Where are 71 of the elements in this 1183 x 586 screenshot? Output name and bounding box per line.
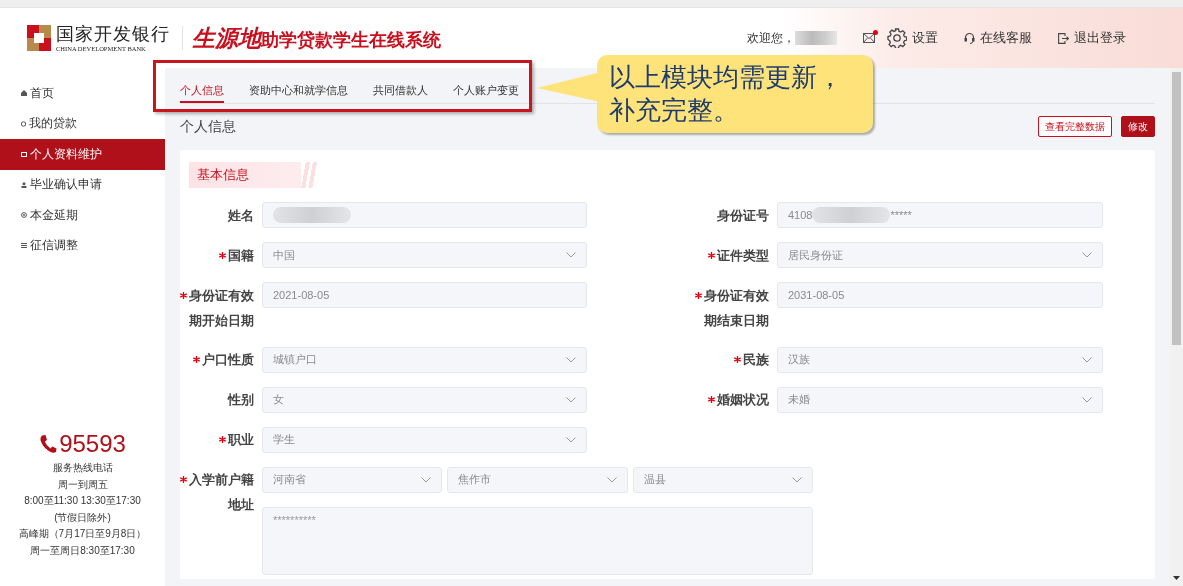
hotline-number: 95593 bbox=[59, 431, 126, 457]
tab[interactable]: 资助中心和就学信息 bbox=[249, 68, 348, 103]
field-label: 婚姻状况 bbox=[693, 386, 769, 412]
input-field[interactable] bbox=[262, 202, 587, 228]
field-label: 职业 bbox=[178, 426, 254, 452]
select-field[interactable]: 汉族 bbox=[777, 346, 1103, 373]
address-field[interactable]: ********** bbox=[262, 506, 813, 575]
tab[interactable]: 共同借款人 bbox=[373, 68, 428, 103]
chevron-down-icon bbox=[1082, 356, 1092, 363]
select-field[interactable]: 女 bbox=[262, 386, 587, 413]
clock-icon bbox=[21, 212, 27, 219]
coin-icon bbox=[21, 120, 26, 127]
chevron-down-icon bbox=[566, 436, 576, 443]
chevron-down-icon bbox=[566, 356, 576, 363]
field-label: 户口性质 bbox=[178, 346, 254, 372]
input-field[interactable]: 4108 ***** bbox=[777, 202, 1103, 228]
select-field[interactable]: 焦作市 bbox=[447, 466, 628, 493]
scroll-down-icon bbox=[1173, 576, 1180, 580]
hotline-text: 周一到周五 bbox=[57, 477, 108, 492]
select-field[interactable]: 城镇户口 bbox=[262, 346, 587, 373]
tab[interactable]: 个人账户变更 bbox=[453, 68, 519, 103]
field-label: 身份证号 bbox=[716, 206, 769, 225]
chevron-down-icon bbox=[566, 252, 576, 258]
scrollbar-thumb[interactable] bbox=[1172, 72, 1181, 345]
input-field[interactable]: 2021-08-05 bbox=[262, 282, 587, 308]
input-field[interactable]: 2031-08-05 bbox=[777, 282, 1103, 308]
field-label: 性别 bbox=[226, 391, 254, 409]
field-label: 入学前户籍地址 bbox=[178, 466, 254, 517]
field-label: 身份证有效期结束日期 bbox=[693, 282, 769, 333]
sidebar-item[interactable]: 个人资料维护 bbox=[0, 139, 165, 170]
hotline-text: 高峰期（7月17日至9月8日） bbox=[18, 527, 147, 541]
field-label: 民族 bbox=[693, 346, 769, 372]
select-field[interactable]: 中国 bbox=[262, 242, 587, 268]
select-field[interactable]: 温县 bbox=[632, 466, 813, 493]
logo-icon bbox=[27, 25, 51, 51]
house-icon bbox=[21, 90, 27, 97]
phone-icon bbox=[39, 434, 58, 454]
chevron-down-icon bbox=[421, 476, 432, 483]
select-field[interactable]: 居民身份证 bbox=[777, 242, 1103, 268]
hotline-text: 8:00至11:30 13:30至17:30 bbox=[24, 494, 141, 508]
chevron-down-icon bbox=[1082, 396, 1092, 403]
chevron-down-icon bbox=[566, 396, 576, 403]
select-field[interactable]: 未婚 bbox=[777, 386, 1103, 413]
select-field[interactable]: 河南省 bbox=[262, 466, 443, 493]
tab[interactable]: 个人信息 bbox=[180, 68, 224, 103]
hotline-text: 周一至周日8:30至17:30 bbox=[30, 543, 135, 558]
callout: 以上模块均需更新， 补充完整。 bbox=[597, 55, 873, 133]
field-label: 国籍 bbox=[178, 242, 254, 268]
chevron-down-icon bbox=[606, 476, 617, 483]
field-label: 姓名 bbox=[227, 206, 254, 225]
select-field[interactable]: 学生 bbox=[262, 426, 587, 453]
scrollbar[interactable] bbox=[1170, 68, 1183, 586]
edit-button[interactable]: 修改 bbox=[1121, 116, 1155, 137]
settings-link[interactable]: 设置 bbox=[887, 28, 938, 48]
chevron-down-icon bbox=[1082, 252, 1092, 258]
system-title: 生源地助学贷款学生在线系统 bbox=[192, 23, 441, 53]
bank-name: 国家开发银行 bbox=[56, 23, 170, 44]
page-title: 个人信息 bbox=[180, 117, 236, 136]
card-icon bbox=[21, 151, 27, 157]
hotline-text: (节假日除外) bbox=[54, 510, 111, 525]
welcome-text: 欢迎您， bbox=[747, 29, 795, 47]
section-header: 基本信息 bbox=[189, 162, 317, 188]
view-button[interactable]: 查看完整数据 bbox=[1038, 116, 1112, 137]
list-icon bbox=[21, 243, 27, 249]
field-label: 证件类型 bbox=[693, 242, 769, 268]
hotline-text: 服务热线电话 bbox=[52, 461, 113, 475]
field-label: 身份证有效期开始日期 bbox=[178, 282, 254, 333]
support-link[interactable]: 在线客服 bbox=[964, 29, 1032, 47]
logout-link[interactable]: 退出登录 bbox=[1058, 29, 1126, 47]
person-icon bbox=[21, 181, 27, 188]
chevron-down-icon bbox=[792, 476, 802, 483]
